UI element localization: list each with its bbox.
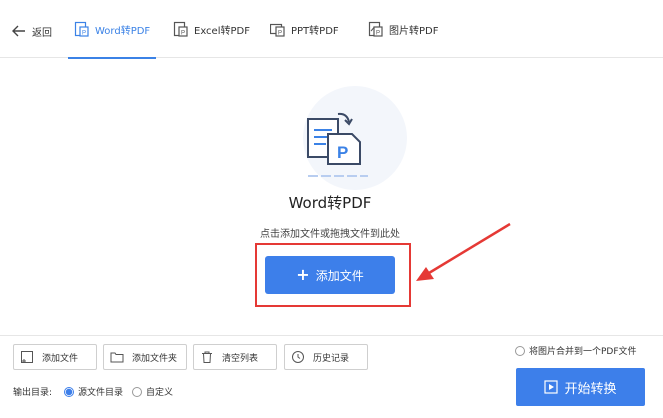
svg-text:P: P: [82, 30, 86, 36]
trash-icon: [202, 351, 212, 363]
clear-list-button[interactable]: 清空列表: [193, 344, 277, 370]
svg-text:P: P: [278, 30, 282, 36]
tab-word-to-pdf[interactable]: P Word转PDF: [67, 0, 157, 59]
ppt-to-pdf-icon: P: [270, 23, 285, 37]
tab-label: Excel转PDF: [194, 25, 250, 37]
source-dir-radio[interactable]: [64, 386, 74, 397]
add-file-label: 添加文件: [315, 268, 364, 283]
tab-image-to-pdf[interactable]: P 图片转PDF: [368, 0, 438, 58]
clock-icon: [292, 351, 304, 363]
tab-label: 图片转PDF: [389, 25, 439, 37]
tab-ppt-to-pdf[interactable]: P PPT转PDF: [270, 0, 339, 58]
word-to-pdf-large-icon: P: [307, 112, 368, 177]
tab-label: PPT转PDF: [291, 25, 339, 37]
excel-to-pdf-icon: P: [173, 21, 188, 37]
custom-dir-option[interactable]: 自定义: [132, 385, 173, 398]
start-convert-button[interactable]: 开始转换: [516, 368, 645, 406]
output-dir-label: 输出目录:: [13, 388, 53, 398]
history-button[interactable]: 历史记录: [284, 344, 368, 370]
back-label: 返回: [32, 27, 52, 39]
plus-icon: +: [296, 265, 310, 284]
merge-images-option[interactable]: 将图片合并到一个PDF文件: [515, 344, 637, 357]
svg-text:P: P: [376, 30, 380, 36]
add-file-button[interactable]: + 添加文件: [265, 256, 395, 294]
folder-icon: [110, 352, 124, 363]
svg-text:P: P: [181, 30, 185, 36]
svg-text:P: P: [337, 143, 348, 162]
merge-radio[interactable]: [515, 345, 525, 356]
page-title: Word转PDF: [288, 194, 372, 212]
add-folder-button[interactable]: 添加文件夹: [103, 344, 187, 370]
word-to-pdf-icon: P: [74, 21, 89, 37]
tab-label: Word转PDF: [95, 25, 151, 37]
divider: [0, 335, 663, 336]
back-button[interactable]: 返回: [12, 22, 52, 40]
tab-excel-to-pdf[interactable]: P Excel转PDF: [173, 0, 250, 58]
play-icon: [544, 380, 559, 394]
custom-dir-radio[interactable]: [132, 386, 142, 397]
source-dir-option[interactable]: 源文件目录: [64, 385, 123, 398]
image-to-pdf-icon: P: [368, 21, 383, 37]
add-file-tool-button[interactable]: 添加文件: [13, 344, 97, 370]
add-file-icon: [21, 351, 33, 363]
drop-hint: 点击添加文件或拖拽文件到此处: [260, 229, 400, 240]
back-arrow-icon: [12, 25, 25, 37]
top-bar: 返回 P Word转PDF P Excel转PDF P PPT转PDF P 图片…: [0, 0, 663, 59]
